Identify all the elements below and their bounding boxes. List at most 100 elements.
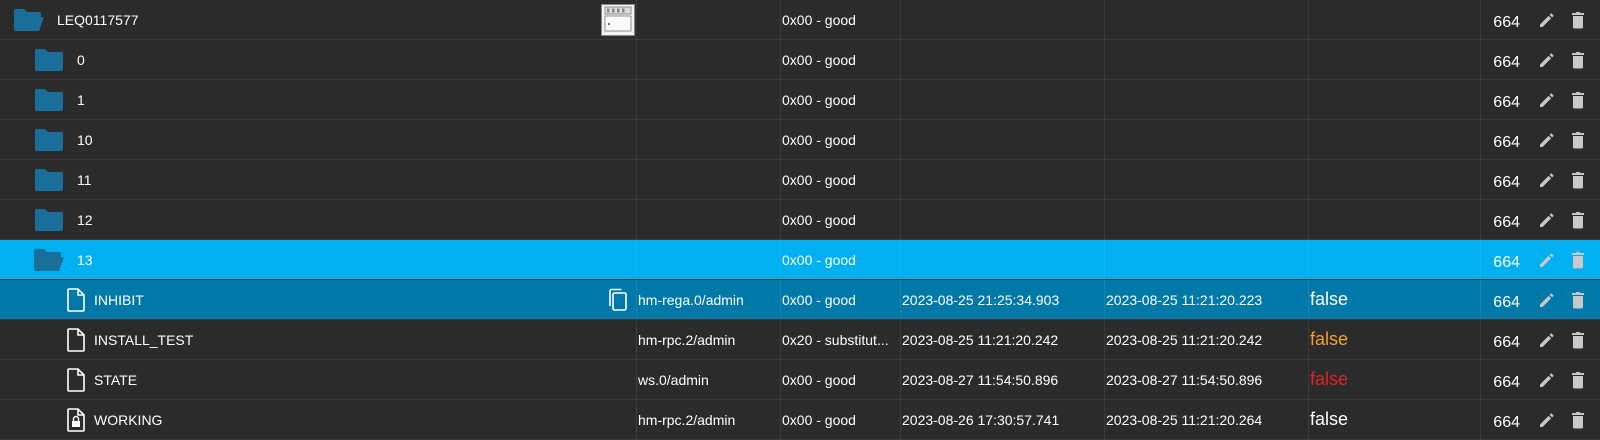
last-change-cell: 2023-08-25 11:21:20.242: [1106, 331, 1263, 348]
acl-cell: 664: [1493, 213, 1520, 231]
tree-row[interactable]: WORKING hm-rpc.2/admin 0x00 - good 2023-08-…: [0, 400, 1600, 440]
timestamp-cell: [900, 0, 1106, 39]
tree-row[interactable]: LEQ0117577 0x00 - good 664: [0, 0, 1600, 40]
quality-cell: 0x00 - good: [782, 11, 856, 28]
pencil-icon[interactable]: [1534, 360, 1560, 399]
object-name: LEQ0117577: [57, 11, 139, 28]
acl-cell: 664: [1493, 413, 1520, 431]
tree-row[interactable]: INSTALL_TEST hm-rpc.2/admin 0x20 - substit…: [0, 320, 1600, 360]
timestamp-cell: [900, 80, 1106, 119]
value-cell[interactable]: [1308, 120, 1482, 159]
device-image: [600, 0, 636, 39]
folder-open-icon[interactable]: [12, 0, 46, 39]
trash-icon[interactable]: [1565, 400, 1591, 439]
user-cell: [636, 0, 782, 39]
last-change-cell: 2023-08-25 11:21:20.223: [1106, 291, 1263, 308]
object-name: WORKING: [94, 411, 163, 428]
timestamp-cell: 2023-08-27 11:54:50.896: [902, 371, 1059, 388]
pencil-icon[interactable]: [1534, 120, 1560, 159]
object-name: 11: [77, 171, 92, 188]
acl-cell: 664: [1493, 93, 1520, 111]
folder-open-icon[interactable]: [32, 240, 66, 279]
copy-icon[interactable]: [604, 280, 632, 319]
folder-icon[interactable]: [32, 80, 66, 119]
tree-row[interactable]: INHIBIT hm-rega.0/admin 0x00 - good 2023-08…: [0, 280, 1600, 320]
last-change-cell: [1104, 0, 1310, 39]
quality-cell: 0x00 - good: [782, 171, 856, 188]
trash-icon[interactable]: [1565, 120, 1591, 159]
folder-icon[interactable]: [32, 160, 66, 199]
object-name: 1: [77, 91, 85, 108]
trash-icon[interactable]: [1565, 200, 1591, 239]
pencil-icon[interactable]: [1534, 320, 1560, 359]
folder-icon[interactable]: [32, 120, 66, 159]
user-cell: hm-rpc.2/admin: [638, 331, 736, 348]
user-cell: hm-rega.0/admin: [638, 291, 744, 308]
timestamp-cell: [900, 200, 1106, 239]
folder-icon[interactable]: [32, 200, 66, 239]
quality-cell: 0x00 - good: [782, 291, 856, 308]
user-cell: [636, 240, 782, 279]
user-cell: [636, 200, 782, 239]
trash-icon[interactable]: [1565, 0, 1591, 39]
timestamp-cell: [900, 160, 1106, 199]
tree-row[interactable]: 0 0x00 - good 664: [0, 40, 1600, 80]
value-cell[interactable]: false: [1308, 280, 1482, 319]
tree-row[interactable]: 13 0x00 - good 664: [0, 240, 1600, 280]
tree-row[interactable]: 11 0x00 - good 664: [0, 160, 1600, 200]
quality-cell: 0x20 - substitut...: [782, 331, 889, 348]
quality-cell: 0x00 - good: [782, 131, 856, 148]
acl-cell: 664: [1493, 53, 1520, 71]
quality-cell: 0x00 - good: [782, 251, 856, 268]
last-change-cell: [1104, 200, 1310, 239]
value-cell[interactable]: [1308, 40, 1482, 79]
value-cell[interactable]: false: [1308, 360, 1482, 399]
last-change-cell: [1104, 40, 1310, 79]
tree-row[interactable]: 12 0x00 - good 664: [0, 200, 1600, 240]
value-cell[interactable]: [1308, 240, 1482, 279]
object-name: STATE: [94, 371, 138, 388]
trash-icon[interactable]: [1565, 280, 1591, 319]
quality-cell: 0x00 - good: [782, 211, 856, 228]
pencil-icon[interactable]: [1534, 400, 1560, 439]
acl-cell: 664: [1493, 253, 1520, 271]
last-change-cell: [1104, 80, 1310, 119]
file-icon: [59, 360, 93, 399]
object-name: 12: [77, 211, 93, 228]
pencil-icon[interactable]: [1534, 200, 1560, 239]
last-change-cell: 2023-08-27 11:54:50.896: [1106, 371, 1263, 388]
acl-cell: 664: [1493, 173, 1520, 191]
trash-icon[interactable]: [1565, 240, 1591, 279]
object-name: 13: [77, 251, 93, 268]
timestamp-cell: [900, 40, 1106, 79]
value-cell[interactable]: [1308, 160, 1482, 199]
tree-row[interactable]: 1 0x00 - good 664: [0, 80, 1600, 120]
file-lock-icon: [59, 400, 93, 439]
acl-cell: 664: [1493, 293, 1520, 311]
user-cell: [636, 160, 782, 199]
value-cell[interactable]: false: [1308, 320, 1482, 359]
value-cell[interactable]: [1308, 80, 1482, 119]
value-cell[interactable]: false: [1308, 400, 1482, 439]
trash-icon[interactable]: [1565, 160, 1591, 199]
pencil-icon[interactable]: [1534, 280, 1560, 319]
tree-row[interactable]: STATE ws.0/admin 0x00 - good 2023-08-27 11:…: [0, 360, 1600, 400]
quality-cell: 0x00 - good: [782, 51, 856, 68]
object-name: 0: [77, 51, 85, 68]
pencil-icon[interactable]: [1534, 240, 1560, 279]
pencil-icon[interactable]: [1534, 0, 1560, 39]
pencil-icon[interactable]: [1534, 160, 1560, 199]
trash-icon[interactable]: [1565, 360, 1591, 399]
tree-row[interactable]: 10 0x00 - good 664: [0, 120, 1600, 160]
trash-icon[interactable]: [1565, 80, 1591, 119]
pencil-icon[interactable]: [1534, 40, 1560, 79]
last-change-cell: 2023-08-25 11:21:20.264: [1106, 411, 1263, 428]
pencil-icon[interactable]: [1534, 80, 1560, 119]
trash-icon[interactable]: [1565, 320, 1591, 359]
value-cell[interactable]: [1308, 200, 1482, 239]
trash-icon[interactable]: [1565, 40, 1591, 79]
value-cell[interactable]: [1308, 0, 1482, 39]
quality-cell: 0x00 - good: [782, 411, 856, 428]
folder-icon[interactable]: [32, 40, 66, 79]
timestamp-cell: [900, 240, 1106, 279]
